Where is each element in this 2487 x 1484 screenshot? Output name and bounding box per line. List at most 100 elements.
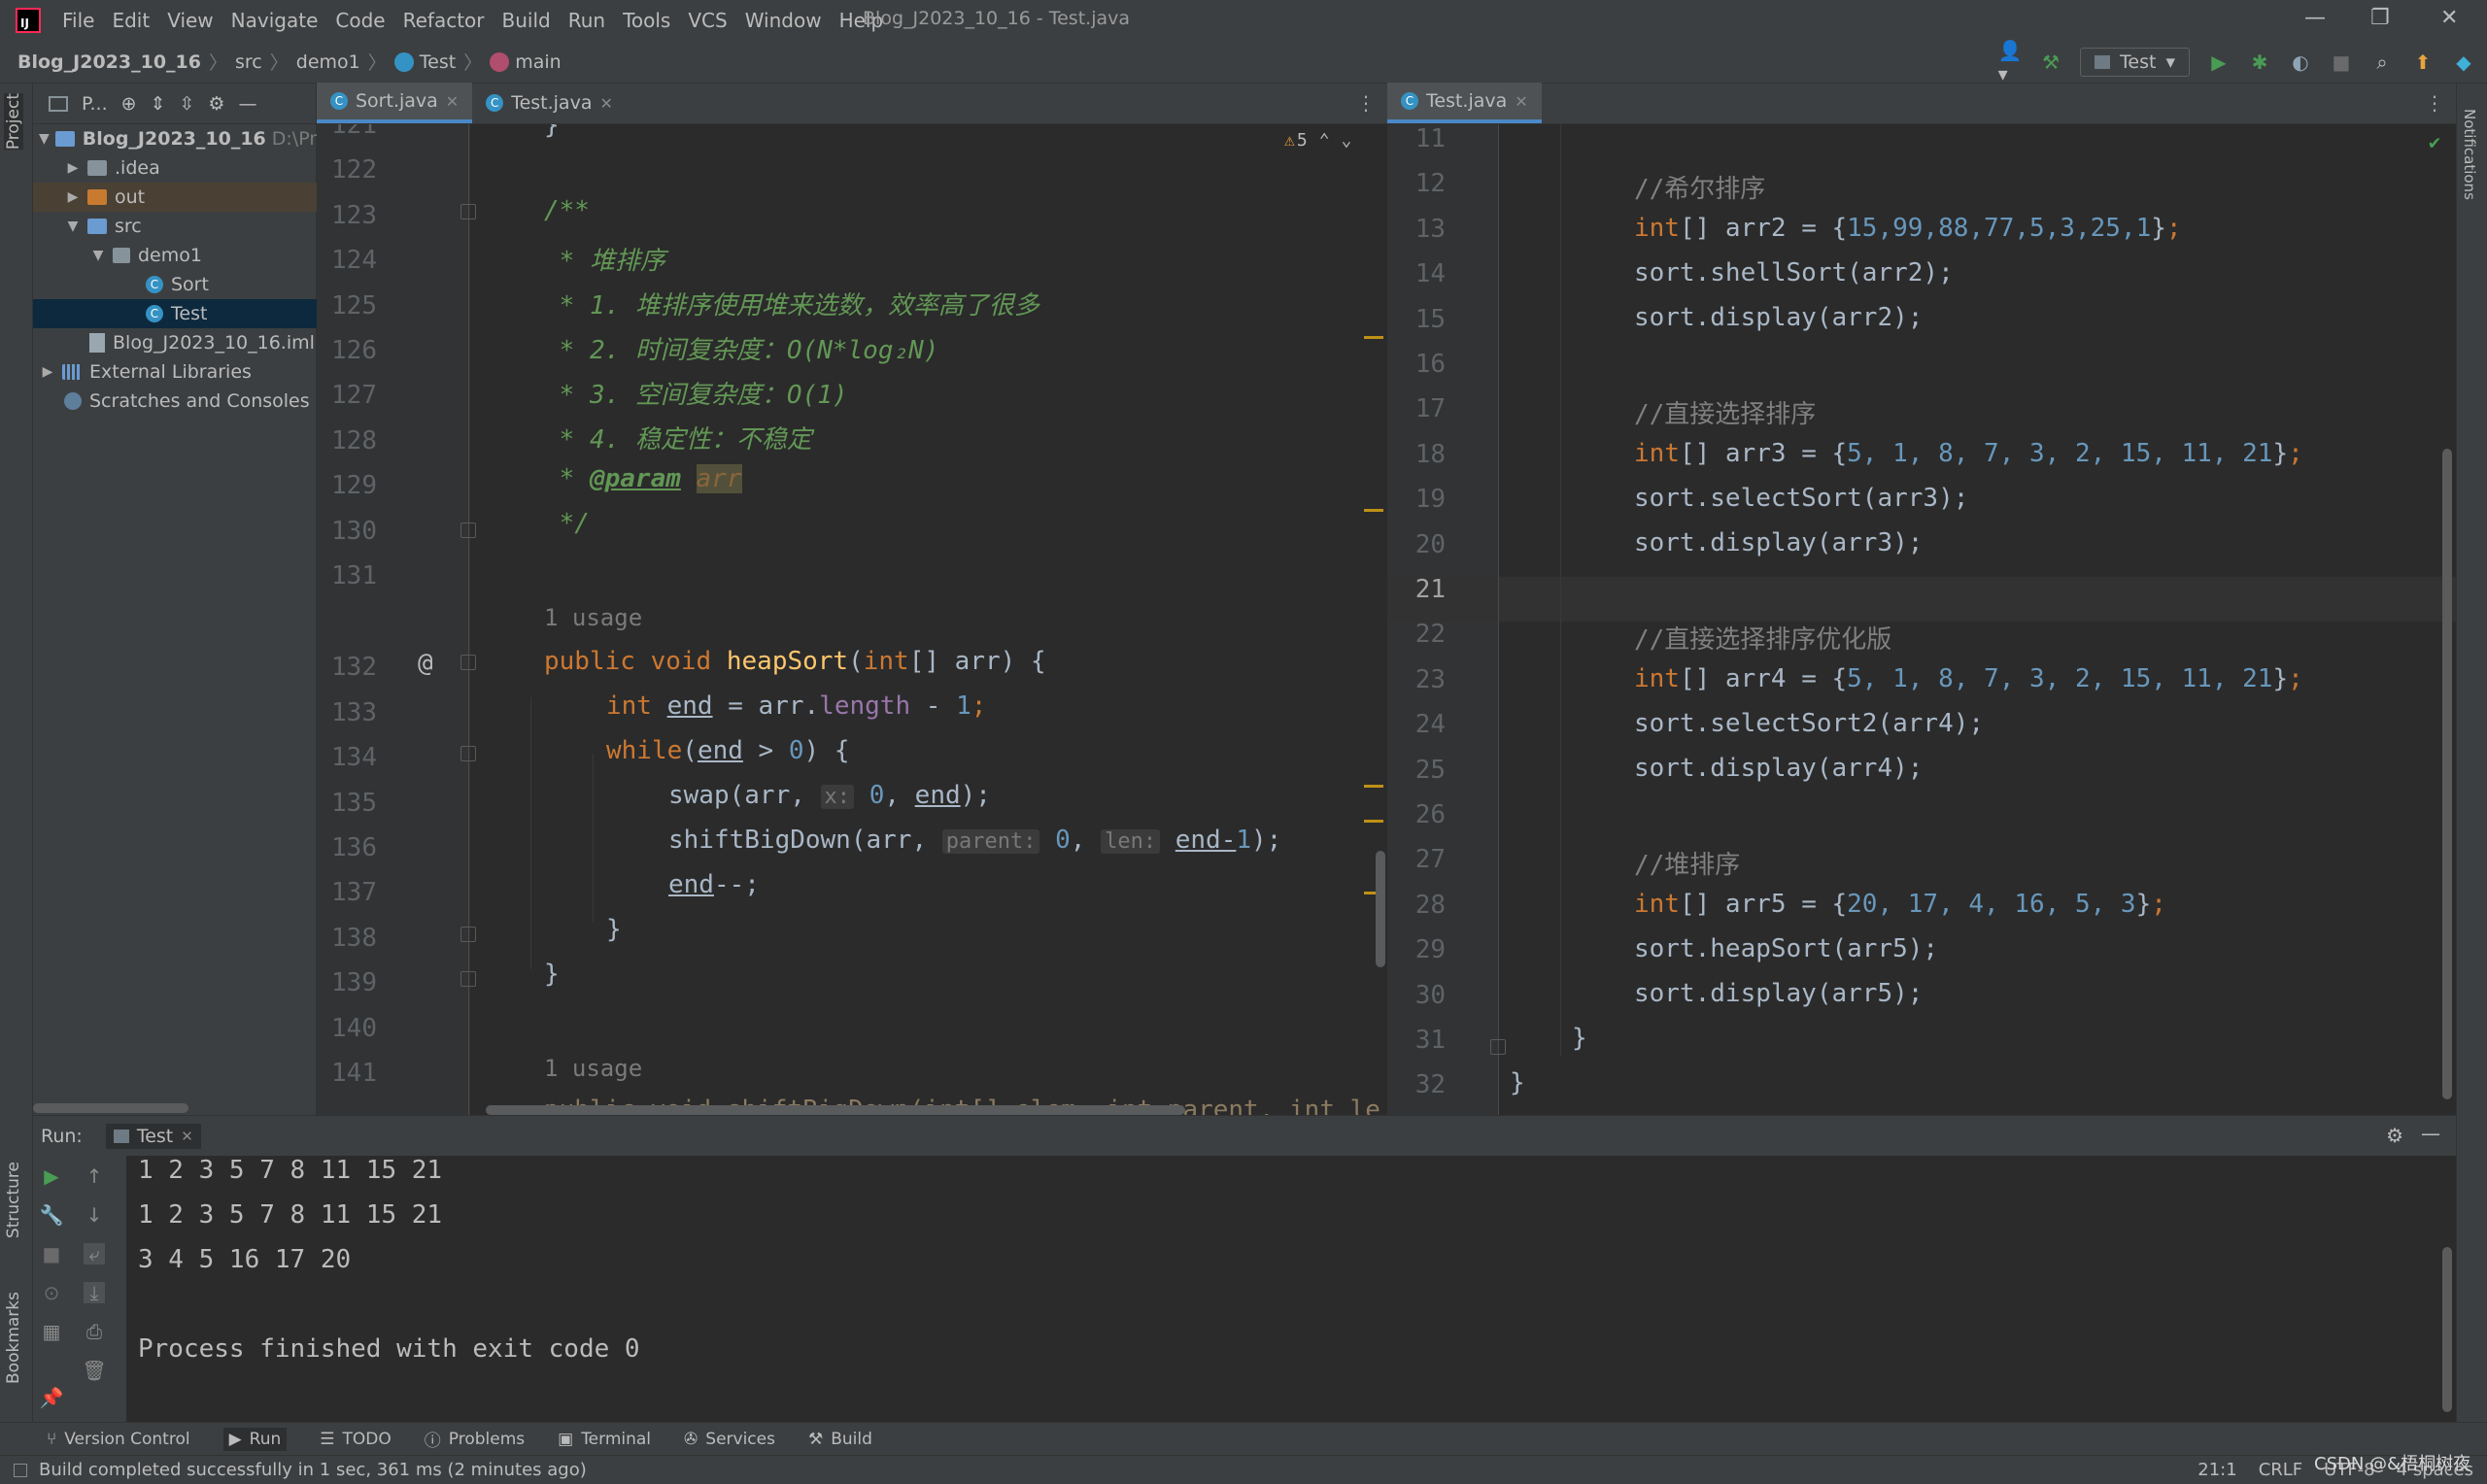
- menu-vcs[interactable]: VCS: [688, 9, 727, 32]
- menu-edit[interactable]: Edit: [112, 9, 150, 32]
- vertical-scrollbar[interactable]: [2442, 449, 2452, 1099]
- chevron-right-icon[interactable]: ▶: [39, 364, 56, 380]
- chevron-right-icon[interactable]: ▶: [64, 189, 82, 205]
- fold-icon[interactable]: [460, 204, 476, 219]
- tree-item-src[interactable]: ▼ src: [33, 212, 317, 241]
- console-output[interactable]: 1 2 3 5 7 8 11 15 21 1 2 3 5 7 8 11 15 2…: [126, 1156, 2456, 1422]
- user-icon[interactable]: 👤▾: [1998, 39, 2023, 85]
- menu-navigate[interactable]: Navigate: [231, 9, 319, 32]
- vertical-scrollbar[interactable]: [1376, 851, 1385, 967]
- caret-position[interactable]: 21:1: [2197, 1460, 2236, 1480]
- horizontal-scrollbar[interactable]: [33, 1103, 188, 1113]
- chevron-down-icon[interactable]: ⌄: [1342, 130, 1352, 151]
- tool-build[interactable]: ⚒ Build: [808, 1430, 872, 1449]
- minimize-button[interactable]: —: [2304, 6, 2326, 30]
- coverage-icon[interactable]: ◐: [2289, 51, 2312, 74]
- close-icon[interactable]: ✕: [181, 1128, 193, 1145]
- project-panel-title[interactable]: P...: [82, 93, 108, 115]
- tool-services[interactable]: ✇ Services: [684, 1430, 775, 1449]
- rerun-icon[interactable]: ▶: [41, 1164, 62, 1188]
- tree-item-scratches[interactable]: Scratches and Consoles: [33, 387, 317, 416]
- stop-icon[interactable]: ■: [41, 1242, 62, 1265]
- tab-test-java-right[interactable]: C Test.java ✕: [1387, 83, 1542, 123]
- print-icon[interactable]: ⎙: [84, 1320, 105, 1343]
- trash-icon[interactable]: 🗑: [82, 1359, 106, 1382]
- tool-todo[interactable]: ☰ TODO: [320, 1430, 392, 1449]
- chevron-right-icon[interactable]: ▶: [64, 160, 82, 176]
- restore-button[interactable]: ❐: [2370, 6, 2390, 30]
- close-icon[interactable]: ✕: [446, 92, 459, 111]
- vertical-scrollbar[interactable]: [2442, 1247, 2452, 1412]
- tree-item-iml[interactable]: Blog_J2023_10_16.iml: [33, 328, 317, 357]
- more-tabs-icon[interactable]: ⋮: [1356, 91, 1376, 115]
- tree-item-demo1[interactable]: ▼ demo1: [33, 241, 317, 270]
- usage-hint[interactable]: 1 usage: [544, 1055, 642, 1082]
- breadcrumb-class[interactable]: Test: [420, 51, 456, 73]
- usage-hint[interactable]: 1 usage: [544, 604, 642, 631]
- close-icon[interactable]: ✕: [1515, 92, 1527, 111]
- project-tool-tab[interactable]: Project: [4, 93, 23, 151]
- menu-window[interactable]: Window: [745, 9, 822, 32]
- arrow-down-icon[interactable]: ↓: [84, 1203, 105, 1227]
- override-at-icon[interactable]: @: [418, 649, 433, 678]
- line-separator[interactable]: CRLF: [2259, 1460, 2302, 1480]
- tree-item-project-root[interactable]: ▼ Blog_J2023_10_16 D:\Proj: [33, 124, 333, 153]
- breadcrumb-package[interactable]: demo1: [296, 51, 360, 73]
- run-icon[interactable]: ▶: [2207, 51, 2231, 74]
- camera-icon[interactable]: ⊙: [41, 1281, 62, 1304]
- fold-icon[interactable]: [460, 746, 476, 761]
- tool-terminal[interactable]: ▣ Terminal: [558, 1430, 651, 1449]
- warning-stripe[interactable]: [1364, 820, 1383, 823]
- tab-test-java[interactable]: C Test.java ✕: [472, 83, 627, 123]
- tree-item-idea[interactable]: ▶ .idea: [33, 153, 317, 183]
- fold-icon[interactable]: [460, 927, 476, 942]
- update-icon[interactable]: ⬆: [2411, 51, 2435, 74]
- gear-icon[interactable]: ⚙: [208, 93, 224, 115]
- run-configuration-select[interactable]: Test ▾: [2080, 48, 2190, 77]
- breadcrumb-project[interactable]: Blog_J2023_10_16: [17, 51, 201, 73]
- tree-item-external-libraries[interactable]: ▶ External Libraries: [33, 357, 317, 387]
- layout-icon[interactable]: ▦: [41, 1320, 62, 1343]
- structure-tool-tab[interactable]: Structure: [4, 1162, 23, 1238]
- menu-file[interactable]: File: [62, 9, 94, 32]
- tool-run[interactable]: ▶ Run: [222, 1427, 288, 1451]
- stop-icon[interactable]: ■: [2330, 51, 2353, 74]
- run-tab-test[interactable]: Test ✕: [105, 1123, 201, 1149]
- locate-icon[interactable]: ⊕: [121, 93, 137, 115]
- hide-icon[interactable]: —: [2421, 1122, 2440, 1145]
- expand-all-icon[interactable]: ⇕: [151, 93, 166, 115]
- fold-icon[interactable]: [460, 523, 476, 538]
- bookmarks-tool-tab[interactable]: Bookmarks: [4, 1292, 23, 1384]
- notifications-tool-tab[interactable]: Notifications: [2461, 109, 2478, 200]
- inspection-widget[interactable]: ⚠ 5 ⌃ ⌄: [1284, 130, 1351, 151]
- tool-version-control[interactable]: ⑂ Version Control: [47, 1430, 190, 1449]
- breadcrumb-src[interactable]: src: [235, 51, 262, 73]
- fold-icon[interactable]: [460, 655, 476, 670]
- warning-stripe[interactable]: [1364, 336, 1383, 339]
- pin-icon[interactable]: 📌: [40, 1386, 64, 1409]
- chevron-up-icon[interactable]: ⌃: [1319, 130, 1330, 151]
- menu-run[interactable]: Run: [568, 9, 605, 32]
- wrench-icon[interactable]: 🔧: [40, 1203, 64, 1227]
- arrow-up-icon[interactable]: ↑: [84, 1164, 105, 1188]
- tab-sort-java[interactable]: C Sort.java ✕: [317, 83, 473, 123]
- chevron-down-icon[interactable]: ▼: [39, 131, 50, 147]
- warning-stripe[interactable]: [1364, 785, 1383, 788]
- menu-tools[interactable]: Tools: [623, 9, 670, 32]
- tree-item-test[interactable]: C Test: [33, 299, 317, 328]
- close-window-button[interactable]: ✕: [2440, 6, 2458, 30]
- search-icon[interactable]: ⌕: [2370, 51, 2394, 74]
- close-icon[interactable]: ✕: [599, 94, 612, 113]
- tool-problems[interactable]: ⓘ Problems: [425, 1427, 525, 1452]
- more-tabs-icon[interactable]: ⋮: [2425, 91, 2444, 115]
- right-code-editor[interactable]: ✔ 11 12 13 14 15 16 17 18 19 20 21 22 23 24 25 26 27 28 29…: [1387, 124, 2456, 1115]
- fold-icon[interactable]: [460, 971, 476, 987]
- menu-view[interactable]: View: [167, 9, 213, 32]
- left-code-editor[interactable]: 121 122 123 124 125 126 127 128 129 130 131 132 133 1…: [317, 124, 1387, 1115]
- horizontal-scrollbar[interactable]: [486, 1105, 1185, 1115]
- build-hammer-icon[interactable]: ⚒: [2039, 51, 2062, 74]
- scroll-to-end-icon[interactable]: ⤓: [84, 1281, 105, 1304]
- gear-icon[interactable]: ⚙: [2386, 1124, 2403, 1147]
- tree-item-sort[interactable]: C Sort: [33, 270, 317, 299]
- hide-icon[interactable]: —: [238, 93, 256, 115]
